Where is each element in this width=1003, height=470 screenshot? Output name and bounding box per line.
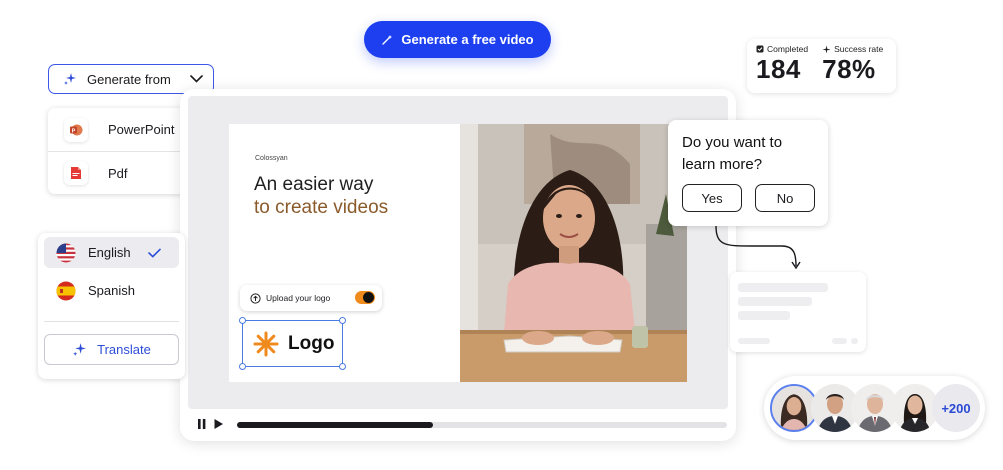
sparkle-icon — [73, 343, 87, 356]
connector-arrow — [715, 225, 801, 270]
cta-label: Generate a free video — [401, 32, 534, 47]
presenter-image — [460, 124, 687, 382]
translate-button[interactable]: Translate — [44, 334, 179, 365]
divider — [44, 321, 179, 322]
powerpoint-icon: P — [64, 117, 88, 142]
language-label: Spanish — [88, 283, 135, 298]
stats-card: Completed 184 Success rate 78% — [747, 39, 896, 93]
stat-completed: Completed 184 — [756, 44, 808, 93]
check-square-icon — [756, 45, 764, 53]
logo-text: Logo — [288, 332, 335, 354]
no-button[interactable]: No — [755, 184, 815, 212]
checkmark-icon — [148, 248, 161, 258]
logo-placeholder[interactable]: Logo — [239, 317, 346, 370]
upload-logo-toggle[interactable]: Upload your logo — [240, 285, 382, 311]
language-option-spanish[interactable]: Spanish — [44, 275, 179, 306]
placeholder-card — [730, 272, 866, 352]
pdf-icon — [64, 161, 88, 185]
resize-handle[interactable] — [339, 317, 346, 324]
us-flag-icon — [56, 243, 76, 262]
slide-headline-line2: to create videos — [254, 197, 389, 218]
resize-handle[interactable] — [239, 317, 246, 324]
more-avatars-count[interactable]: +200 — [932, 384, 980, 432]
upload-logo-label: Upload your logo — [266, 293, 331, 303]
chevron-down-icon — [190, 75, 203, 83]
language-option-english[interactable]: English — [44, 237, 179, 268]
pause-icon[interactable] — [197, 418, 207, 430]
spain-flag-icon — [56, 281, 76, 300]
menu-item-label: Pdf — [108, 165, 128, 181]
question-line1: Do you want to — [682, 134, 783, 151]
resize-handle[interactable] — [239, 363, 246, 370]
language-panel: English Spanish Translate — [38, 233, 185, 379]
sparkle-icon — [822, 44, 831, 54]
yes-button[interactable]: Yes — [682, 184, 742, 212]
magic-wand-icon — [382, 34, 393, 45]
upload-icon — [250, 292, 261, 304]
question-popup: Do you want to learn more? Yes No — [668, 120, 828, 226]
video-progress-bar[interactable] — [237, 422, 727, 428]
slide-brand: Colossyan — [255, 155, 288, 162]
language-label: English — [88, 245, 131, 260]
logo-toggle-switch[interactable] — [355, 291, 375, 304]
generate-from-label: Generate from — [87, 71, 171, 87]
stat-label: Success rate — [834, 44, 884, 54]
avatar-group: +200 — [764, 376, 985, 440]
resize-handle[interactable] — [339, 363, 346, 370]
translate-label: Translate — [97, 342, 151, 357]
stat-success-rate: Success rate 78% — [822, 44, 883, 93]
svg-text:P: P — [72, 128, 76, 134]
play-icon[interactable] — [213, 418, 224, 430]
slide-headline-line1: An easier way — [254, 174, 374, 195]
generate-free-video-button[interactable]: Generate a free video — [364, 21, 551, 58]
sparkle-icon — [64, 73, 76, 85]
progress-fill — [237, 422, 433, 428]
menu-item-label: PowerPoint — [108, 122, 175, 137]
stat-value: 184 — [756, 54, 801, 84]
stat-label: Completed — [767, 44, 809, 54]
stat-value: 78% — [822, 54, 876, 84]
asterisk-logo-icon — [253, 331, 279, 356]
question-line2: learn more? — [682, 156, 763, 173]
